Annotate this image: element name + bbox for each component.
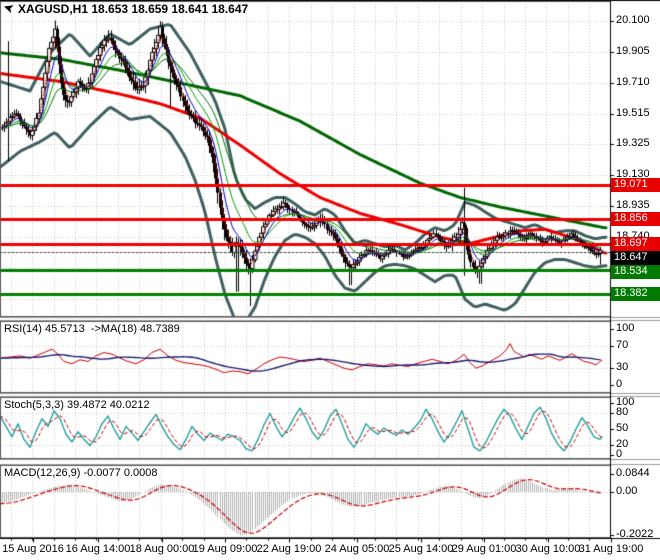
stochastic-indicator-label: Stoch(5,3,3) 39.4872 40.0212 (4, 399, 150, 411)
chart-title: XAGUSD,H1 18.653 18.659 18.641 18.647 (18, 2, 248, 16)
price-tick-label: 19.905 (616, 44, 650, 57)
time-axis-label: 18 Aug 00:00 (129, 543, 195, 555)
price-level-badge: 18.534 (611, 265, 660, 280)
trading-chart-window: ➤ XAGUSD,H1 18.653 18.659 18.641 18.647 … (0, 0, 660, 560)
time-axis-label: 25 Aug 14:00 (388, 543, 454, 555)
price-level-badge: 18.647 (611, 251, 660, 266)
macd-tick-label: 0.00 (616, 485, 638, 497)
rsi-indicator-label: RSI(14) 45.5713 ->MA(18) 48.7389 (4, 323, 180, 335)
price-level-badge: 19.071 (611, 177, 660, 192)
rsi-tick-label: 30 (616, 361, 629, 374)
price-tick-label: 19.325 (616, 137, 650, 150)
price-tick-label: 20.100 (616, 14, 650, 26)
price-level-badge: 18.697 (611, 237, 660, 252)
macd-indicator-label: MACD(12,26,9) -0.0077 0.0008 (4, 467, 158, 479)
price-tick-label: 19.515 (616, 106, 650, 119)
rsi-tick-label: 100 (616, 322, 635, 334)
rsi-tick-label: 0 (616, 378, 623, 390)
rsi-tick-label: 70 (616, 338, 629, 351)
time-axis-label: 15 Aug 2016 (2, 543, 64, 555)
symbol-period-label: XAGUSD,H1 (18, 2, 89, 16)
time-axis-label: 29 Aug 01:00 (451, 543, 517, 555)
time-axis-label: 30 Aug 10:00 (515, 543, 581, 555)
time-axis-label: 16 Aug 14:00 (65, 543, 131, 555)
price-tick-label: 18.935 (616, 199, 650, 212)
stoch-tick-label: 0 (616, 448, 623, 460)
macd-tick-label: -0.2022 (616, 528, 654, 541)
price-level-badge: 18.856 (611, 211, 660, 226)
stoch-tick-label: 50 (616, 422, 629, 434)
stoch-tick-label: 80 (616, 406, 629, 419)
ohlc-values: 18.653 18.659 18.641 18.647 (91, 2, 249, 16)
time-axis-label: 31 Aug 19:00 (578, 543, 644, 555)
time-axis-label: 22 Aug 19:00 (256, 543, 322, 555)
time-axis-label: 19 Aug 09:00 (192, 543, 258, 555)
price-level-badge: 18.382 (611, 287, 660, 302)
price-tick-label: 19.710 (616, 75, 650, 88)
time-axis-label: 24 Aug 05:00 (324, 543, 390, 555)
macd-tick-label: 0.0844 (616, 467, 650, 480)
